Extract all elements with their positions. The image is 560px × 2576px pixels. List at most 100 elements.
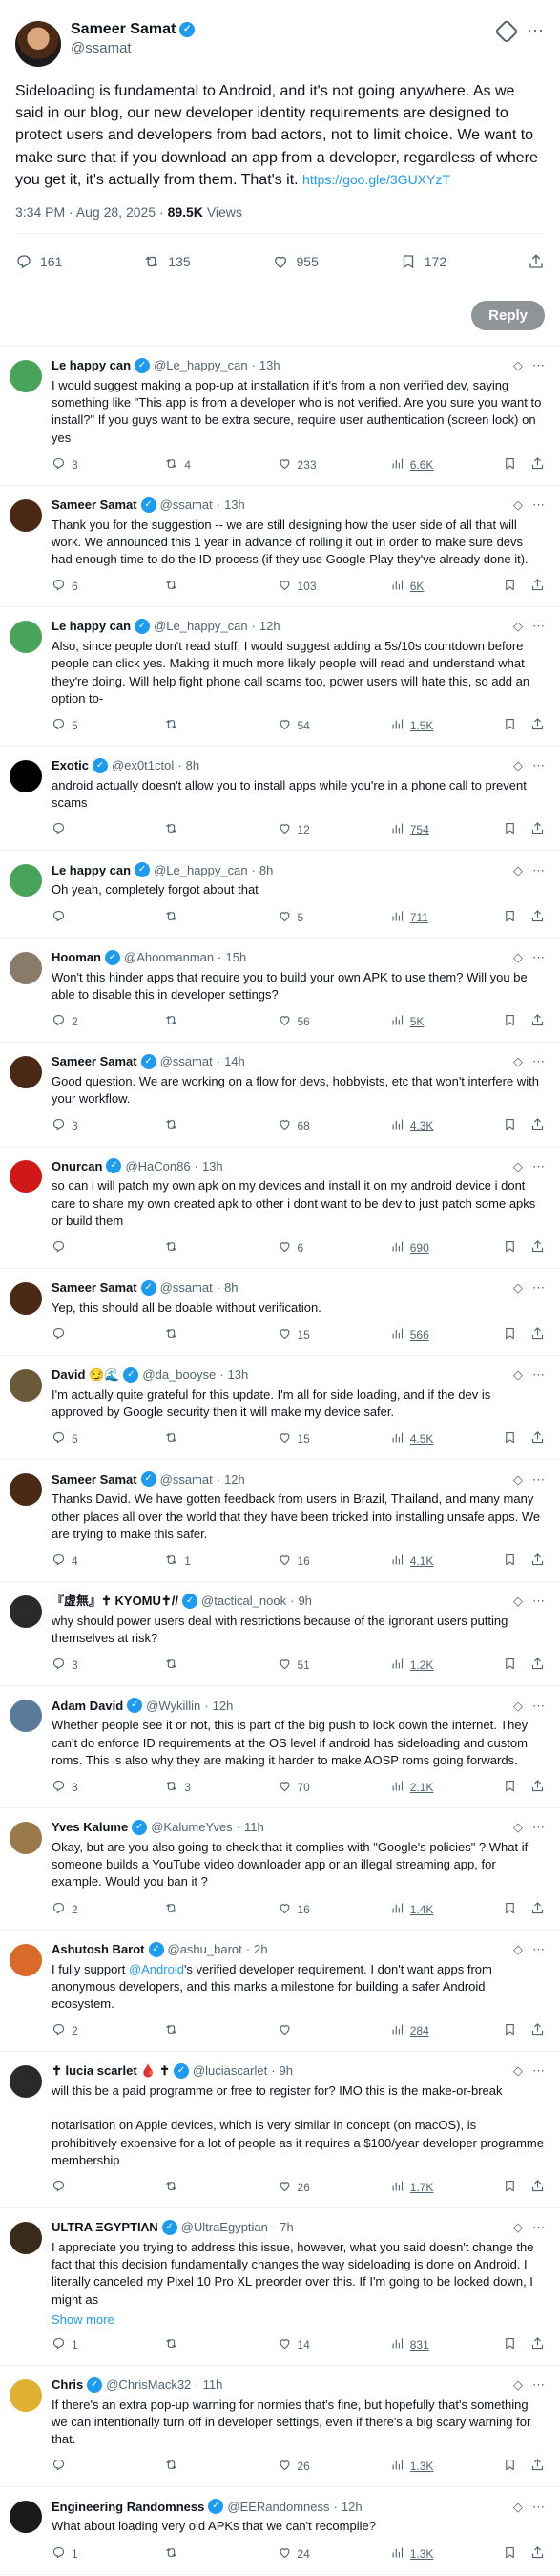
share-icon[interactable] [530,2545,545,2563]
reply-repost-action[interactable] [164,821,229,838]
reply-avatar[interactable] [10,1160,42,1193]
reply-repost-action[interactable] [164,1013,229,1030]
more-icon[interactable]: ⋯ [532,1054,545,1069]
reply-author-name[interactable]: Chris [52,2377,83,2393]
reply-avatar[interactable] [10,1473,42,1507]
reply-views-action[interactable]: 566 [390,1326,455,1343]
grok-icon[interactable]: ◇ [513,619,523,634]
reply-time[interactable]: 9h [298,1594,311,1609]
bookmark-icon[interactable] [503,1013,517,1030]
reply-avatar[interactable] [10,1369,42,1403]
reply-repost-action[interactable] [164,1657,229,1674]
grok-icon[interactable]: ◇ [513,1367,523,1383]
reply-views-action[interactable]: 6.6K [390,456,455,474]
reply-like-action[interactable]: 16 [278,1552,342,1570]
reply-author-name[interactable]: Exotic [52,758,89,773]
reply-time[interactable]: 13h [259,358,280,373]
more-icon[interactable]: ⋯ [527,21,545,41]
share-icon[interactable] [530,2022,545,2039]
reply-time[interactable]: 13h [202,1159,223,1174]
reply-reply-action[interactable]: 5 [52,717,116,734]
reply-time[interactable]: 9h [280,2063,293,2079]
reply-like-action[interactable] [278,2022,342,2039]
reply-item[interactable]: Engineering Randomness ✓ @EERandomness · 12h… [0,2487,560,2575]
reply-author-name[interactable]: Sameer Samat [52,1054,137,1069]
reply-repost-action[interactable] [164,1326,229,1343]
reply-views-action[interactable]: 1.7K [390,2179,455,2196]
reply-item[interactable]: Sameer Samat ✓ @ssamat · 13h ◇ ⋯ Thank you for … [0,486,560,608]
reply-time[interactable]: 12h [213,1699,234,1714]
grok-icon[interactable]: ◇ [513,2063,523,2079]
reply-views-action[interactable]: 4.1K [390,1552,455,1570]
reply-avatar[interactable] [10,951,42,984]
more-icon[interactable]: ⋯ [532,950,545,965]
reply-repost-action[interactable] [164,2022,229,2039]
grok-icon[interactable]: ◇ [513,863,523,878]
reply-avatar[interactable] [10,359,42,392]
reply-author-handle[interactable]: @EERandomness [227,2500,329,2515]
more-icon[interactable]: ⋯ [532,619,545,634]
reply-repost-action[interactable] [164,578,229,595]
reply-like-action[interactable]: 70 [278,1779,342,1796]
bookmark-icon[interactable] [503,1430,517,1447]
reply-like-action[interactable]: 51 [278,1657,342,1674]
reply-time[interactable]: 8h [224,1280,238,1296]
reply-author-handle[interactable]: @Le_happy_can [154,619,248,634]
reply-item[interactable]: Chris ✓ @ChrisMack32 · 11h ◇ ⋯ If there's an ex… [0,2366,560,2488]
share-icon[interactable] [530,2336,545,2354]
reply-author-handle[interactable]: @HaCon86 [125,1159,190,1174]
reply-views-action[interactable]: 1.2K [390,1657,455,1674]
grok-icon[interactable]: ◇ [513,497,523,513]
reply-reply-action[interactable]: 2 [52,1901,116,1918]
reply-item[interactable]: Le happy can ✓ @Le_happy_can · 13h ◇ ⋯ I would … [0,347,560,486]
grok-icon[interactable]: ◇ [513,758,523,773]
reply-item[interactable]: Sameer Samat ✓ @ssamat · 14h ◇ ⋯ Good question.… [0,1043,560,1148]
bookmark-icon[interactable] [503,909,517,926]
share-icon[interactable] [530,1552,545,1570]
grok-icon[interactable]: ◇ [513,1594,523,1609]
reply-avatar[interactable] [10,1055,42,1088]
reply-author-name[interactable]: Le happy can [52,619,131,634]
grok-icon[interactable]: ◇ [513,1054,523,1069]
reply-author-handle[interactable]: @ex0t1ctol [112,758,174,773]
reply-author-name[interactable]: Sameer Samat [52,1280,137,1296]
reply-author-handle[interactable]: @Wykillin [146,1699,200,1714]
reply-reply-action[interactable] [52,909,116,926]
reply-item[interactable]: Adam David ✓ @Wykillin · 12h ◇ ⋯ Whether people… [0,1686,560,1808]
more-icon[interactable]: ⋯ [532,1699,545,1714]
reply-author-handle[interactable]: @tactical_nook [201,1594,286,1609]
reply-item[interactable]: Hooman ✓ @Ahoomanman · 15h ◇ ⋯ Won't this hinde… [0,939,560,1043]
reply-author-name[interactable]: Sameer Samat [52,1472,137,1488]
reply-repost-action[interactable] [164,1901,229,1918]
show-more-link[interactable]: Show more [52,2312,545,2327]
mention-link[interactable]: @Android [129,1962,184,1976]
reply-avatar[interactable] [10,864,42,897]
reply-time[interactable]: 15h [225,950,246,965]
more-icon[interactable]: ⋯ [532,2063,545,2079]
more-icon[interactable]: ⋯ [532,1472,545,1488]
bookmark-icon[interactable] [503,578,517,595]
bookmark-icon[interactable] [503,1552,517,1570]
reply-reply-action[interactable]: 1 [52,2545,116,2563]
reply-like-action[interactable]: 103 [278,578,342,595]
share-icon[interactable] [530,1430,545,1447]
grok-icon[interactable]: ◇ [513,1699,523,1714]
reply-reply-action[interactable]: 3 [52,456,116,474]
reply-views-action[interactable]: 831 [390,2336,455,2354]
reply-time[interactable]: 8h [186,758,199,773]
reply-item[interactable]: Le happy can ✓ @Le_happy_can · 12h ◇ ⋯ Also, si… [0,607,560,747]
more-icon[interactable]: ⋯ [532,1280,545,1296]
bookmark-icon[interactable] [503,1239,517,1256]
reply-like-action[interactable]: 5 [278,909,342,926]
reply-views-action[interactable]: 4.3K [390,1117,455,1134]
reply-time[interactable]: 11h [203,2377,223,2393]
grok-icon[interactable]: ◇ [513,1159,523,1174]
reply-author-handle[interactable]: @luciascarlet [193,2063,267,2079]
reply-views-action[interactable]: 1.4K [390,1901,455,1918]
bookmark-icon[interactable] [503,1326,517,1343]
reply-author-name[interactable]: Engineering Randomness [52,2500,204,2515]
reply-reply-action[interactable]: 1 [52,2336,116,2354]
reply-repost-action[interactable] [164,2545,229,2563]
reply-views-action[interactable]: 5K [390,1013,455,1030]
bookmark-icon[interactable] [503,2022,517,2039]
